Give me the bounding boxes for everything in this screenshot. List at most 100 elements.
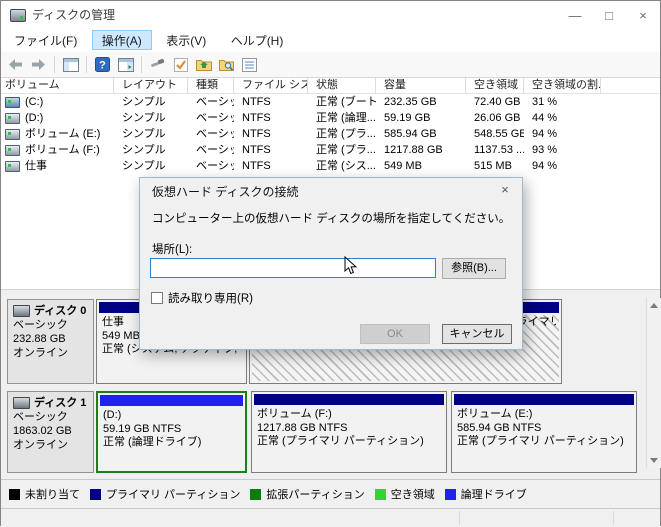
action-pane-icon[interactable] — [115, 54, 136, 75]
cell-layout: シンプル — [122, 128, 166, 140]
partition-status: 正常 (プライマリ パーティション) — [257, 435, 424, 447]
folder-search-icon[interactable] — [216, 54, 237, 75]
console-tree-icon[interactable] — [60, 54, 81, 75]
scroll-up-icon[interactable] — [647, 298, 661, 313]
maximize-button[interactable]: □ — [592, 1, 626, 30]
statusbar-divider — [459, 511, 460, 525]
table-row[interactable]: 仕事 シンプル ベーシック NTFS 正常 (シス... 549 MB 515 … — [1, 158, 660, 174]
partition-name: (D:) — [103, 409, 122, 421]
disk0-info-panel[interactable]: ディスク 0 ベーシック 232.88 GB オンライン — [7, 299, 94, 384]
partition-d[interactable]: (D:) 59.19 GB NTFS 正常 (論理ドライブ) — [96, 391, 247, 473]
partition-size: 59.19 GB NTFS — [103, 422, 182, 435]
folder-up-icon[interactable] — [193, 54, 214, 75]
cell-status: 正常 (シス... — [316, 160, 376, 172]
column-free[interactable]: 空き領域 — [466, 78, 524, 93]
legend-swatch — [9, 488, 20, 500]
cell-type: ベーシック — [196, 128, 234, 140]
cell-free: 1137.53 ... — [474, 144, 524, 156]
cell-status: 正常 (プラ... — [316, 144, 376, 156]
readonly-checkbox[interactable] — [151, 292, 163, 304]
toolbar-separator — [141, 56, 142, 73]
disk-name: ディスク 1 — [34, 397, 87, 409]
table-row[interactable]: ボリューム (E:) シンプル ベーシック NTFS 正常 (プラ... 585… — [1, 126, 660, 142]
disk1-info-panel[interactable]: ディスク 1 ベーシック 1863.02 GB オンライン — [7, 391, 94, 473]
browse-button[interactable]: 参照(B)... — [442, 258, 506, 279]
cell-pct: 44 % — [532, 112, 558, 124]
table-row[interactable]: (C:) シンプル ベーシック NTFS 正常 (ブート... 232.35 G… — [1, 94, 660, 110]
mouse-cursor — [344, 255, 358, 280]
column-free-pct[interactable]: 空き領域の割... — [524, 78, 601, 93]
cell-pct: 31 % — [532, 96, 558, 108]
app-icon — [10, 9, 26, 22]
cell-fs: NTFS — [242, 128, 271, 140]
disk-kind: ベーシック — [13, 319, 68, 331]
legend-label: 論理ドライブ — [460, 489, 527, 501]
minimize-button[interactable]: — — [558, 1, 592, 30]
svg-text:?: ? — [99, 60, 106, 72]
cell-capacity: 549 MB — [384, 160, 422, 172]
cell-fs: NTFS — [242, 160, 271, 172]
menu-view[interactable]: 表示(V) — [156, 30, 216, 50]
menu-help[interactable]: ヘルプ(H) — [221, 30, 294, 50]
legend-label: 未割り当て — [25, 489, 80, 501]
cell-type: ベーシック — [196, 160, 234, 172]
vertical-scrollbar[interactable] — [646, 298, 661, 468]
dialog-close-icon[interactable]: × — [489, 179, 521, 201]
disk-status: オンライン — [13, 347, 68, 359]
tool-icon[interactable] — [147, 54, 168, 75]
forward-icon[interactable] — [28, 54, 49, 75]
legend-item: 未割り当て — [9, 486, 80, 502]
disk-size: 1863.02 GB — [13, 425, 72, 437]
partition-color-bar — [254, 394, 444, 405]
cell-free: 26.06 GB — [474, 112, 521, 124]
partition-status: 正常 (プライマリ パーティション) — [457, 435, 624, 447]
partition-e[interactable]: ボリューム (E:) 585.94 GB NTFS 正常 (プライマリ パーティ… — [451, 391, 637, 473]
toolbar: ? — [1, 52, 660, 78]
cancel-button[interactable]: キャンセル — [442, 324, 512, 344]
drive-icon — [5, 96, 20, 108]
cell-capacity: 1217.88 GB — [384, 144, 443, 156]
help-icon[interactable]: ? — [92, 54, 113, 75]
partition-color-bar — [100, 395, 243, 406]
volume-name: ボリューム (E:) — [25, 128, 101, 140]
volume-list-header: ボリューム レイアウト 種類 ファイル システム 状態 容量 空き領域 空き領域… — [1, 78, 660, 94]
readonly-checkbox-row[interactable]: 読み取り専用(R) — [151, 290, 253, 306]
partition-name: ボリューム (F:) — [257, 408, 332, 420]
partition-f[interactable]: ボリューム (F:) 1217.88 GB NTFS 正常 (プライマリ パーテ… — [251, 391, 447, 473]
cell-fs: NTFS — [242, 144, 271, 156]
cell-type: ベーシック — [196, 112, 234, 124]
menu-file[interactable]: ファイル(F) — [4, 30, 87, 50]
column-layout[interactable]: レイアウト — [114, 78, 188, 93]
back-icon[interactable] — [5, 54, 26, 75]
cell-free: 548.55 GB — [474, 128, 524, 140]
title-bar: ディスクの管理 — □ × — [1, 1, 660, 30]
location-input[interactable] — [150, 258, 436, 278]
statusbar-divider — [613, 511, 614, 525]
cell-layout: シンプル — [122, 144, 166, 156]
column-capacity[interactable]: 容量 — [376, 78, 466, 93]
column-type[interactable]: 種類 — [188, 78, 234, 93]
column-filesystem[interactable]: ファイル システム — [234, 78, 308, 93]
check-icon[interactable] — [170, 54, 191, 75]
cell-free: 515 MB — [474, 160, 512, 172]
table-row[interactable]: (D:) シンプル ベーシック NTFS 正常 (論理... 59.19 GB … — [1, 110, 660, 126]
disk-icon — [13, 397, 30, 409]
dialog-message: コンピューター上の仮想ハード ディスクの場所を指定してください。 — [152, 213, 511, 225]
partition-name: ボリューム (E:) — [457, 408, 533, 420]
menu-action[interactable]: 操作(A) — [91, 30, 152, 50]
cell-pct: 94 % — [532, 128, 558, 140]
partition-size: 585.94 GB NTFS — [457, 421, 542, 434]
table-row[interactable]: ボリューム (F:) シンプル ベーシック NTFS 正常 (プラ... 121… — [1, 142, 660, 158]
legend-label: 空き領域 — [390, 489, 435, 501]
list-icon[interactable] — [239, 54, 260, 75]
column-status[interactable]: 状態 — [308, 78, 376, 93]
cell-pct: 93 % — [532, 144, 558, 156]
partition-legend: 未割り当て プライマリ パーティション 拡張パーティション 空き領域 論理ドライ… — [1, 479, 660, 508]
window-title: ディスクの管理 — [32, 8, 116, 22]
cell-layout: シンプル — [122, 96, 166, 108]
scroll-down-icon[interactable] — [647, 453, 661, 468]
cell-layout: シンプル — [122, 160, 166, 172]
close-button[interactable]: × — [626, 1, 660, 30]
column-volume[interactable]: ボリューム — [1, 78, 114, 93]
volume-name: (C:) — [25, 96, 44, 108]
